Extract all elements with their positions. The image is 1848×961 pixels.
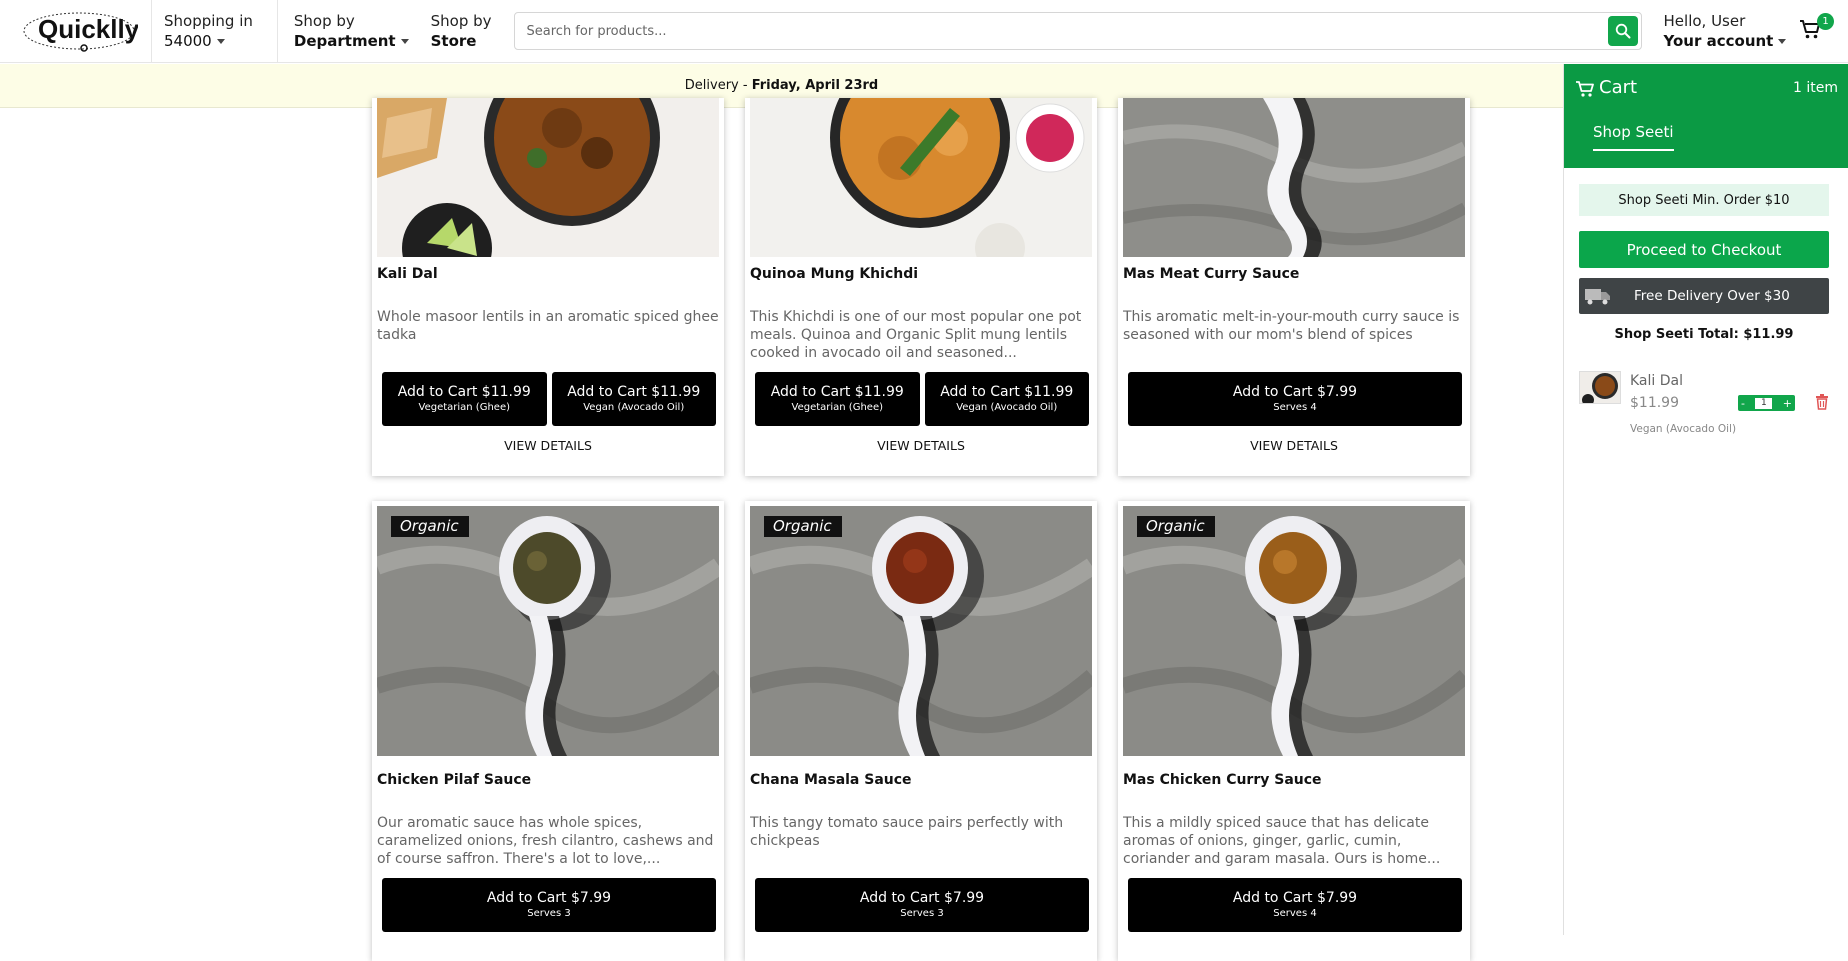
cart-line-item: Kali Dal $11.99 Vegan (Avocado Oil) - 1 …: [1579, 371, 1837, 435]
cart-title: Cart: [1599, 77, 1638, 98]
shop-by-dept-label: Shop by: [293, 11, 355, 30]
organic-badge: Organic: [1137, 516, 1215, 537]
zip-code: 54000: [164, 31, 212, 50]
view-details-link[interactable]: VIEW DETAILS: [1118, 438, 1470, 453]
search-button[interactable]: [1607, 16, 1638, 46]
logo-icon: Quicklly: [23, 12, 138, 52]
cart-item-count: 1 item: [1793, 80, 1838, 96]
location-selector[interactable]: Shopping in 54000: [152, 0, 278, 63]
add-to-cart-button[interactable]: Add to Cart $7.99 Serves 3: [755, 878, 1089, 932]
cart-button[interactable]: 1: [1798, 13, 1834, 47]
product-image[interactable]: Organic: [377, 506, 719, 756]
product-description: This tangy tomato sauce pairs perfectly …: [750, 815, 1064, 849]
quantity-value[interactable]: 1: [1755, 397, 1773, 409]
product-card: Organic Chana Masala Sauce This tangy to…: [745, 501, 1097, 961]
product-description: Whole masoor lentils in an aromatic spic…: [377, 309, 719, 343]
organic-badge: Organic: [391, 516, 469, 537]
cart-icon: [1576, 81, 1594, 97]
product-image[interactable]: [750, 98, 1092, 257]
cart-item-thumbnail: [1579, 371, 1621, 404]
cart-count-badge: 1: [1817, 13, 1834, 30]
cart-item-name[interactable]: Kali Dal: [1630, 373, 1683, 389]
chevron-down-icon: [1778, 38, 1787, 44]
account-menu[interactable]: Hello, User Your account: [1652, 0, 1799, 63]
trash-icon[interactable]: [1815, 394, 1829, 410]
product-card: Mas Meat Curry Sauce This aromatic melt-…: [1118, 98, 1470, 476]
shopping-in-label: Shopping in: [164, 11, 253, 30]
min-order-notice: Shop Seeti Min. Order $10: [1579, 184, 1829, 216]
truck-icon: [1585, 289, 1610, 305]
store-total: Shop Seeti Total: $11.99: [1614, 327, 1794, 342]
search-icon: [1615, 23, 1631, 39]
add-to-cart-button[interactable]: Add to Cart $11.99 Vegetarian (Ghee): [382, 372, 547, 426]
shop-by-store[interactable]: Shop by Store: [421, 0, 504, 63]
proceed-to-checkout-button[interactable]: Proceed to Checkout: [1579, 231, 1829, 268]
add-to-cart-button[interactable]: Add to Cart $7.99 Serves 4: [1128, 878, 1462, 932]
product-title[interactable]: Mas Meat Curry Sauce: [1123, 266, 1299, 282]
product-description: This aromatic melt-in-your-mouth curry s…: [1123, 309, 1460, 343]
store-label: Store: [430, 31, 477, 50]
delivery-date: Friday, April 23rd: [751, 78, 879, 93]
view-details-link[interactable]: VIEW DETAILS: [745, 438, 1097, 453]
chevron-down-icon: [400, 38, 409, 44]
product-description: Our aromatic sauce has whole spices, car…: [377, 815, 714, 867]
shop-by-store-label: Shop by: [430, 11, 492, 30]
greeting-text: Hello, User: [1663, 11, 1746, 30]
cart-header: Cart 1 item Shop Seeti: [1564, 64, 1848, 168]
delivery-prefix: Delivery -: [684, 78, 752, 93]
shop-by-department[interactable]: Shop by Department: [278, 0, 421, 63]
product-description: This a mildly spiced sauce that has deli…: [1123, 815, 1441, 867]
cart-item-price: $11.99: [1630, 395, 1679, 411]
product-title[interactable]: Chana Masala Sauce: [750, 772, 912, 788]
view-details-link[interactable]: VIEW DETAILS: [372, 438, 724, 453]
product-card: Organic Mas Chicken Curry Sauce This a m…: [1118, 501, 1470, 961]
product-card: Quinoa Mung Khichdi This Khichdi is one …: [745, 98, 1097, 476]
increment-button[interactable]: +: [1783, 397, 1792, 410]
product-title[interactable]: Chicken Pilaf Sauce: [377, 772, 531, 788]
product-card: Kali Dal Whole masoor lentils in an arom…: [372, 98, 724, 476]
quantity-stepper: - 1 +: [1738, 395, 1795, 411]
department-label: Department: [293, 31, 396, 50]
add-to-cart-button[interactable]: Add to Cart $7.99 Serves 3: [382, 878, 716, 932]
top-nav-bar: Quicklly Shopping in 54000 Shop by Depar…: [0, 0, 1848, 63]
cart-item-variant: Vegan (Avocado Oil): [1630, 423, 1737, 435]
tab-shop-seeti[interactable]: Shop Seeti: [1593, 123, 1674, 151]
add-to-cart-button[interactable]: Add to Cart $7.99 Serves 4: [1128, 372, 1462, 426]
add-to-cart-button[interactable]: Add to Cart $11.99 Vegetarian (Ghee): [755, 372, 920, 426]
product-image[interactable]: [1123, 98, 1465, 257]
logo-text: Quicklly: [38, 14, 138, 44]
cart-panel: Cart 1 item Shop Seeti Shop Seeti Min. O…: [1563, 64, 1848, 935]
quicklly-logo[interactable]: Quicklly: [6, 0, 152, 63]
add-to-cart-button[interactable]: Add to Cart $11.99 Vegan (Avocado Oil): [551, 372, 716, 426]
decrement-button[interactable]: -: [1741, 397, 1745, 410]
free-delivery-text: Free Delivery Over $30: [1634, 288, 1790, 304]
product-title[interactable]: Quinoa Mung Khichdi: [750, 266, 918, 282]
search-input[interactable]: [514, 14, 1608, 48]
organic-badge: Organic: [764, 516, 842, 537]
your-account-label: Your account: [1663, 31, 1774, 50]
add-to-cart-button[interactable]: Add to Cart $11.99 Vegan (Avocado Oil): [924, 372, 1089, 426]
product-image[interactable]: Organic: [1123, 506, 1465, 756]
product-title[interactable]: Kali Dal: [377, 266, 438, 282]
product-card: Organic Chicken Pilaf Sauce Our aromatic…: [372, 501, 724, 961]
search-bar: [513, 12, 1642, 50]
product-image[interactable]: [377, 98, 719, 257]
chevron-down-icon: [216, 38, 225, 44]
free-delivery-banner: Free Delivery Over $30: [1579, 278, 1829, 314]
product-image[interactable]: Organic: [750, 506, 1092, 756]
product-description: This Khichdi is one of our most popular …: [750, 309, 1082, 361]
product-title[interactable]: Mas Chicken Curry Sauce: [1123, 772, 1322, 788]
